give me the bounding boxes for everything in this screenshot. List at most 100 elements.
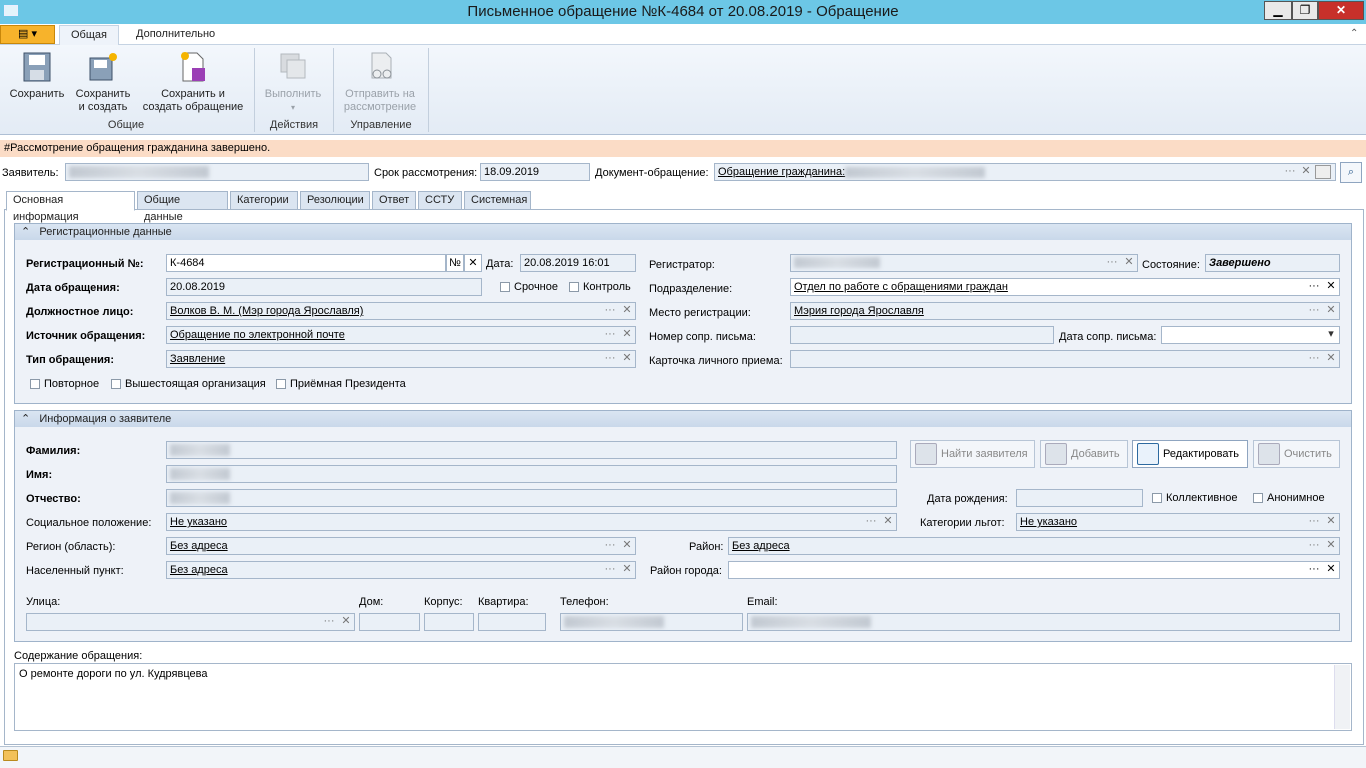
card-clear-icon[interactable]: ✕: [1323, 351, 1339, 367]
dept-link[interactable]: Отдел по работе с обращениями граждан: [794, 281, 1008, 293]
app-menu-button[interactable]: ▤ ▾: [0, 25, 55, 44]
maximize-button[interactable]: ❐: [1292, 1, 1318, 20]
card-field[interactable]: [790, 350, 1340, 368]
registrar-field[interactable]: [790, 254, 1138, 272]
official-field[interactable]: Волков В. М. (Мэр города Ярославля): [166, 302, 636, 320]
tab-additional[interactable]: Дополнительно: [128, 25, 223, 46]
type-link[interactable]: Заявление: [170, 353, 225, 365]
chevron-down-icon[interactable]: ▾: [1323, 327, 1339, 343]
execute-button[interactable]: Выполнить ▾: [260, 50, 326, 114]
find-applicant-button[interactable]: Найти заявителя: [910, 440, 1035, 468]
higher-org-checkbox[interactable]: Вышестоящая организация: [111, 378, 266, 390]
benefits-field[interactable]: Не указано: [1016, 513, 1340, 531]
tab-categories[interactable]: Категории: [230, 191, 298, 210]
minimize-button[interactable]: ▁: [1264, 1, 1292, 20]
cover-num-field[interactable]: [790, 326, 1054, 344]
regnum-clear-icon[interactable]: ✕: [464, 254, 482, 272]
official-select-icon[interactable]: ···: [602, 303, 618, 319]
region-field[interactable]: Без адреса: [166, 537, 636, 555]
place-field[interactable]: Мэрия города Ярославля: [790, 302, 1340, 320]
dept-field[interactable]: Отдел по работе с обращениями граждан: [790, 278, 1340, 296]
benefits-link[interactable]: Не указано: [1020, 516, 1077, 528]
type-clear-icon[interactable]: ✕: [619, 351, 635, 367]
applicant-field[interactable]: [65, 163, 369, 181]
source-link[interactable]: Обращение по электронной почте: [170, 329, 345, 341]
dept-clear-icon[interactable]: ✕: [1323, 279, 1339, 295]
edit-applicant-button[interactable]: Редактировать: [1132, 440, 1248, 468]
flat-field[interactable]: [478, 613, 546, 631]
doc-field[interactable]: Обращение гражданина:: [714, 163, 1336, 181]
social-select-icon[interactable]: ···: [863, 514, 879, 530]
place-link[interactable]: Мэрия города Ярославля: [794, 305, 924, 317]
applicant-panel-header[interactable]: ⌃ Информация о заявителе: [15, 411, 1351, 427]
source-select-icon[interactable]: ···: [602, 327, 618, 343]
content-textarea[interactable]: О ремонте дороги по ул. Кудрявцева: [14, 663, 1352, 731]
email-field[interactable]: [747, 613, 1340, 631]
building-field[interactable]: [424, 613, 474, 631]
type-field[interactable]: Заявление: [166, 350, 636, 368]
content-scrollbar[interactable]: [1334, 665, 1350, 729]
surname-field[interactable]: [166, 441, 897, 459]
add-applicant-button[interactable]: Добавить: [1040, 440, 1128, 468]
benefits-select-icon[interactable]: ···: [1306, 514, 1322, 530]
locality-clear-icon[interactable]: ✕: [619, 562, 635, 578]
close-button[interactable]: ✕: [1318, 1, 1364, 20]
tab-sstu[interactable]: ССТУ: [418, 191, 462, 210]
registration-panel-header[interactable]: ⌃ Регистрационные данные: [15, 224, 1351, 240]
number-button[interactable]: №: [446, 254, 464, 272]
president-checkbox[interactable]: Приёмная Президента: [276, 378, 406, 390]
region-select-icon[interactable]: ···: [602, 538, 618, 554]
dept-select-icon[interactable]: ···: [1306, 279, 1322, 295]
clear-applicant-button[interactable]: Очистить: [1253, 440, 1340, 468]
save-and-create-request-button[interactable]: Сохранить и создать обращение: [140, 50, 246, 114]
social-clear-icon[interactable]: ✕: [880, 514, 896, 530]
control-checkbox[interactable]: Контроль: [569, 281, 631, 293]
doc-clear-icon[interactable]: ✕: [1298, 164, 1314, 180]
collapse-ribbon-icon[interactable]: ⌃: [1350, 28, 1358, 39]
card-select-icon[interactable]: ···: [1306, 351, 1322, 367]
region-link[interactable]: Без адреса: [170, 540, 228, 552]
name-field[interactable]: [166, 465, 897, 483]
place-clear-icon[interactable]: ✕: [1323, 303, 1339, 319]
phone-field[interactable]: [560, 613, 743, 631]
tab-system[interactable]: Системная: [464, 191, 531, 210]
cover-date-picker[interactable]: [1161, 326, 1340, 344]
district-field[interactable]: Без адреса: [728, 537, 1340, 555]
send-for-review-button[interactable]: Отправить на рассмотрение: [338, 50, 422, 114]
patronymic-field[interactable]: [166, 489, 897, 507]
place-select-icon[interactable]: ···: [1306, 303, 1322, 319]
social-link[interactable]: Не указано: [170, 516, 227, 528]
birth-field[interactable]: [1016, 489, 1143, 507]
locality-field[interactable]: Без адреса: [166, 561, 636, 579]
tab-common-data[interactable]: Общие данные: [137, 191, 228, 223]
official-clear-icon[interactable]: ✕: [619, 303, 635, 319]
tab-general[interactable]: Общая: [59, 25, 119, 46]
doc-select-icon[interactable]: ···: [1282, 164, 1298, 180]
save-button[interactable]: Сохранить: [6, 50, 68, 101]
anonymous-checkbox[interactable]: Анонимное: [1253, 492, 1325, 504]
tab-answer[interactable]: Ответ: [372, 191, 416, 210]
district-select-icon[interactable]: ···: [1306, 538, 1322, 554]
type-select-icon[interactable]: ···: [602, 351, 618, 367]
urgent-checkbox[interactable]: Срочное: [500, 281, 558, 293]
official-link[interactable]: Волков В. М. (Мэр города Ярославля): [170, 305, 363, 317]
registrar-clear-icon[interactable]: ✕: [1121, 255, 1137, 271]
street-select-icon[interactable]: ···: [321, 614, 337, 630]
doc-link[interactable]: Обращение гражданина:: [718, 166, 845, 178]
district-link[interactable]: Без адреса: [732, 540, 790, 552]
source-clear-icon[interactable]: ✕: [619, 327, 635, 343]
repeat-checkbox[interactable]: Повторное: [30, 378, 99, 390]
street-clear-icon[interactable]: ✕: [338, 614, 354, 630]
locality-select-icon[interactable]: ···: [602, 562, 618, 578]
street-field[interactable]: [26, 613, 355, 631]
source-field[interactable]: Обращение по электронной почте: [166, 326, 636, 344]
folder-icon[interactable]: [3, 750, 18, 761]
collective-checkbox[interactable]: Коллективное: [1152, 492, 1238, 504]
regnum-input[interactable]: К-4684: [166, 254, 446, 272]
district-clear-icon[interactable]: ✕: [1323, 538, 1339, 554]
doc-preview-button[interactable]: ⌕: [1340, 162, 1362, 183]
doc-open-icon[interactable]: [1315, 165, 1331, 179]
locality-link[interactable]: Без адреса: [170, 564, 228, 576]
house-field[interactable]: [359, 613, 420, 631]
tab-main-info[interactable]: Основная информация: [6, 191, 135, 223]
